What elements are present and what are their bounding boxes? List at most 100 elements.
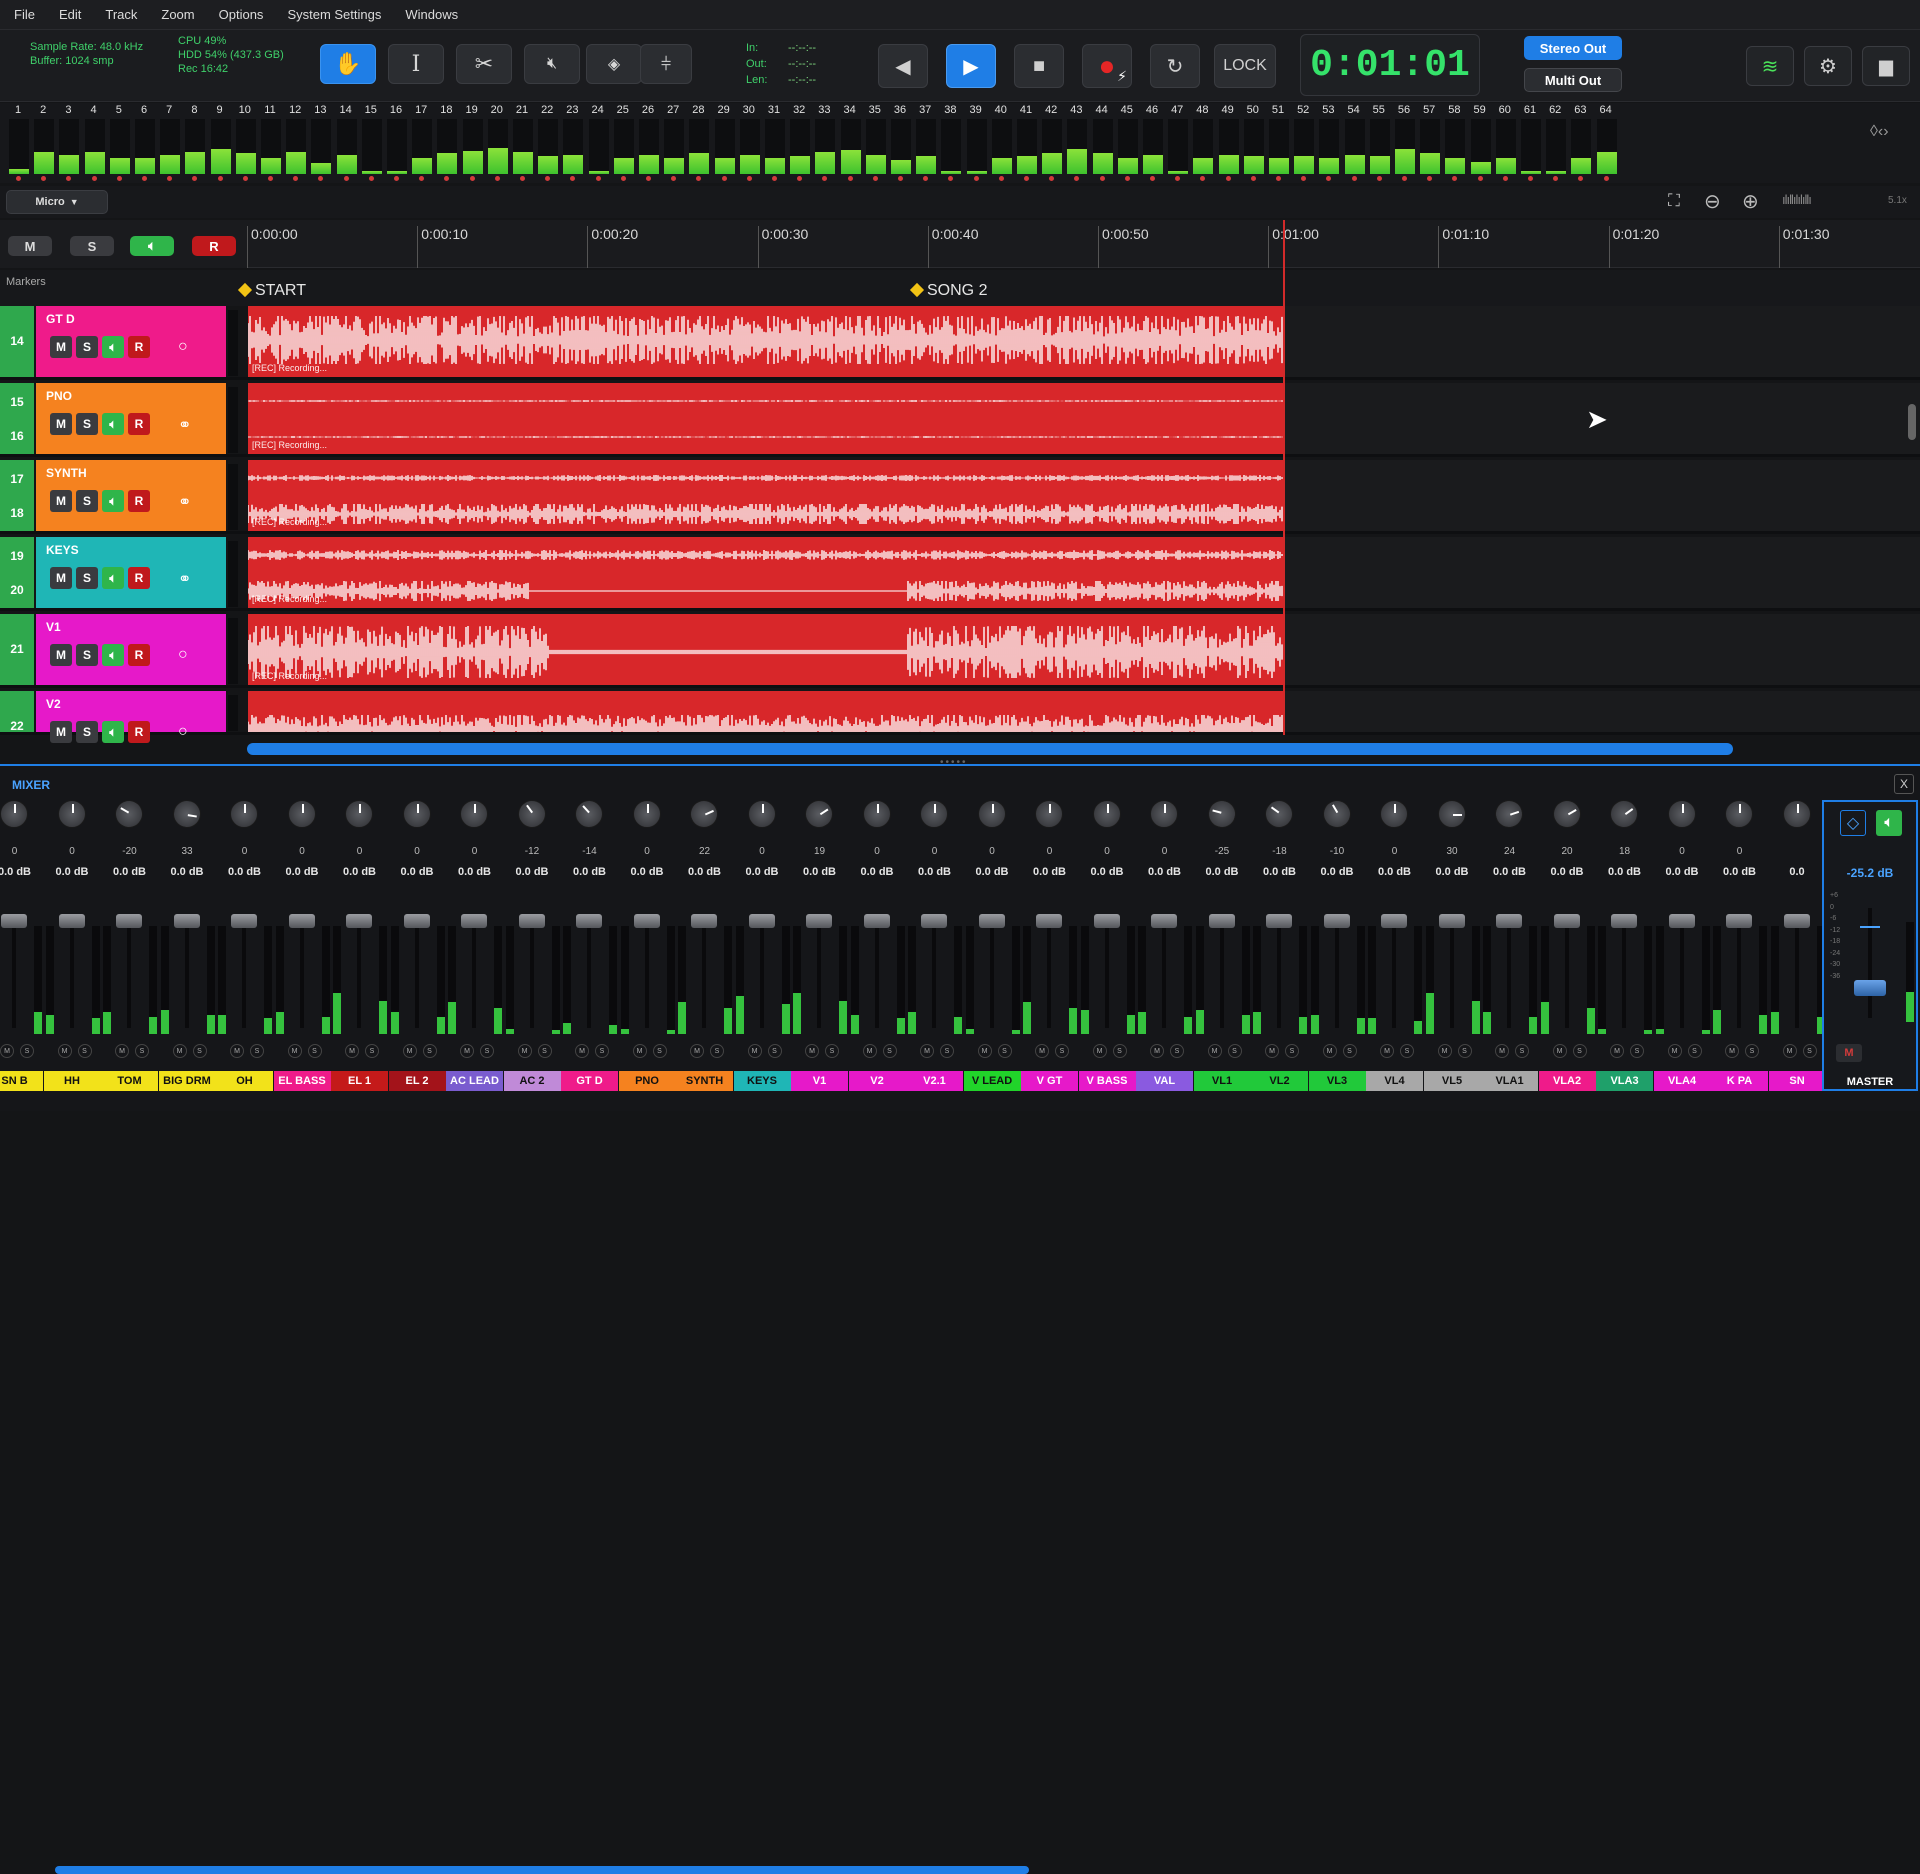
vertical-scrollbar[interactable] <box>1908 404 1916 440</box>
record-button[interactable]: ● ⚡︎ <box>1082 44 1132 88</box>
track-monitor-button[interactable]: 🔈︎ <box>102 721 124 743</box>
pan-knob[interactable] <box>57 800 86 828</box>
audio-clip[interactable]: [REC] Recording... <box>248 460 1284 531</box>
track-record-arm-button[interactable]: R <box>128 567 150 589</box>
fader-track[interactable] <box>874 918 879 1028</box>
fader-cap[interactable] <box>1093 914 1120 928</box>
pan-knob[interactable] <box>460 800 488 828</box>
strip-mute-button[interactable]: M <box>920 1044 934 1058</box>
zoom-out-icon[interactable]: ⊖ <box>1704 189 1721 214</box>
fader-track[interactable] <box>1219 918 1224 1028</box>
fader-cap[interactable] <box>1381 914 1407 928</box>
pan-knob[interactable] <box>1380 800 1408 828</box>
fader-track[interactable] <box>1277 918 1281 1028</box>
pan-knob[interactable] <box>1667 800 1696 828</box>
fader-cap[interactable] <box>1 914 27 928</box>
global-mute-button[interactable]: M <box>8 236 52 256</box>
strip-mute-button[interactable]: M <box>1725 1044 1739 1058</box>
pan-knob[interactable] <box>1725 800 1753 828</box>
strip-mute-button[interactable]: M <box>1782 1044 1797 1058</box>
master-mute-button[interactable]: M <box>1836 1044 1862 1062</box>
empty-lane[interactable] <box>1284 537 1920 608</box>
empty-lane[interactable] <box>1284 460 1920 531</box>
fader-track[interactable] <box>242 918 246 1028</box>
strip-solo-button[interactable]: S <box>1285 1044 1299 1058</box>
marker-song-2[interactable]: SONG 2 <box>909 282 987 300</box>
fader-track[interactable] <box>1334 918 1339 1028</box>
mute-tool-button[interactable]: 🔇︎ <box>524 44 580 84</box>
master-fader-track[interactable] <box>1868 908 1872 1018</box>
mixer-tool-button[interactable]: ⫩ <box>640 44 692 84</box>
play-button[interactable]: ▶ <box>946 44 996 88</box>
strip-mute-button[interactable]: M <box>402 1044 417 1058</box>
fader-cap[interactable] <box>1323 914 1350 928</box>
multi-out-button[interactable]: Multi Out <box>1524 68 1622 92</box>
strip-mute-button[interactable]: M <box>977 1044 992 1058</box>
pan-knob[interactable] <box>1035 800 1063 828</box>
fader-cap[interactable] <box>288 914 315 928</box>
track-mute-button[interactable]: M <box>50 644 72 666</box>
zoom-mode-dropdown[interactable]: Micro ▼ <box>6 190 108 214</box>
stereo-link-icon[interactable]: ⚭ <box>178 415 191 435</box>
track-mute-button[interactable]: M <box>50 413 72 435</box>
strip-mute-button[interactable]: M <box>1265 1044 1279 1058</box>
track-record-arm-button[interactable]: R <box>128 644 150 666</box>
strip-solo-button[interactable]: S <box>595 1044 609 1058</box>
expand-arrows-icon[interactable]: ◊‹› <box>1870 123 1889 141</box>
strip-solo-button[interactable]: S <box>250 1044 264 1058</box>
menu-windows[interactable]: Windows <box>405 7 458 22</box>
strip-mute-button[interactable]: M <box>747 1044 762 1058</box>
strip-mute-button[interactable]: M <box>460 1044 474 1058</box>
pan-knob[interactable] <box>287 800 316 828</box>
strip-solo-button[interactable]: S <box>710 1044 724 1058</box>
stereo-link-icon[interactable]: ⚭ <box>178 492 191 512</box>
track-mute-button[interactable]: M <box>50 490 72 512</box>
pan-knob[interactable] <box>1092 800 1121 828</box>
strip-mute-button[interactable]: M <box>0 1044 14 1058</box>
strip-solo-button[interactable]: S <box>1342 1044 1357 1058</box>
text-cursor-tool-button[interactable]: I <box>388 44 444 84</box>
pan-knob[interactable] <box>1259 794 1299 834</box>
stereo-out-button[interactable]: Stereo Out <box>1524 36 1622 60</box>
strip-mute-button[interactable]: M <box>575 1044 589 1058</box>
empty-lane[interactable] <box>1284 306 1920 377</box>
fader-cap[interactable] <box>1783 914 1810 928</box>
strip-mute-button[interactable]: M <box>1610 1044 1624 1058</box>
fader-track[interactable] <box>127 918 131 1028</box>
pan-knob[interactable] <box>862 800 891 828</box>
menu-track[interactable]: Track <box>105 7 137 22</box>
track-header[interactable]: GT D M S 🔈︎ R ○ <box>36 306 226 377</box>
fader-cap[interactable] <box>1668 914 1695 928</box>
fader-cap[interactable] <box>978 914 1005 928</box>
fader-track[interactable] <box>1737 918 1741 1028</box>
strip-mute-button[interactable]: M <box>345 1044 359 1058</box>
close-mixer-button[interactable]: X <box>1894 774 1914 794</box>
fader-track[interactable] <box>1162 918 1166 1028</box>
audio-clip[interactable]: [REC] Recording... <box>248 537 1284 608</box>
loop-button[interactable]: ↻ <box>1150 44 1200 88</box>
strip-solo-button[interactable]: S <box>77 1044 92 1058</box>
track-solo-button[interactable]: S <box>76 567 98 589</box>
fader-cap[interactable] <box>1266 914 1292 928</box>
strip-mute-button[interactable]: M <box>1437 1044 1452 1058</box>
strip-solo-button[interactable]: S <box>1687 1044 1702 1058</box>
stereo-link-icon[interactable]: ⚭ <box>178 569 191 589</box>
strip-solo-button[interactable]: S <box>1457 1044 1472 1058</box>
menu-system-settings[interactable]: System Settings <box>287 7 381 22</box>
fader-track[interactable] <box>184 918 189 1028</box>
strip-mute-button[interactable]: M <box>230 1044 244 1058</box>
lock-button[interactable]: LOCK <box>1214 44 1276 88</box>
track-record-arm-button[interactable]: R <box>128 490 150 512</box>
fader-track[interactable] <box>1622 918 1626 1028</box>
fader-track[interactable] <box>587 918 591 1028</box>
strip-mute-button[interactable]: M <box>1495 1044 1509 1058</box>
fader-track[interactable] <box>1679 918 1684 1028</box>
strip-solo-button[interactable]: S <box>1055 1044 1069 1058</box>
track-monitor-button[interactable]: 🔈︎ <box>102 644 124 666</box>
track-monitor-button[interactable]: 🔈︎ <box>102 567 124 589</box>
fader-track[interactable] <box>357 918 361 1028</box>
strip-solo-button[interactable]: S <box>365 1044 379 1058</box>
track-solo-button[interactable]: S <box>76 644 98 666</box>
track-solo-button[interactable]: S <box>76 721 98 743</box>
fader-cap[interactable] <box>748 914 775 928</box>
